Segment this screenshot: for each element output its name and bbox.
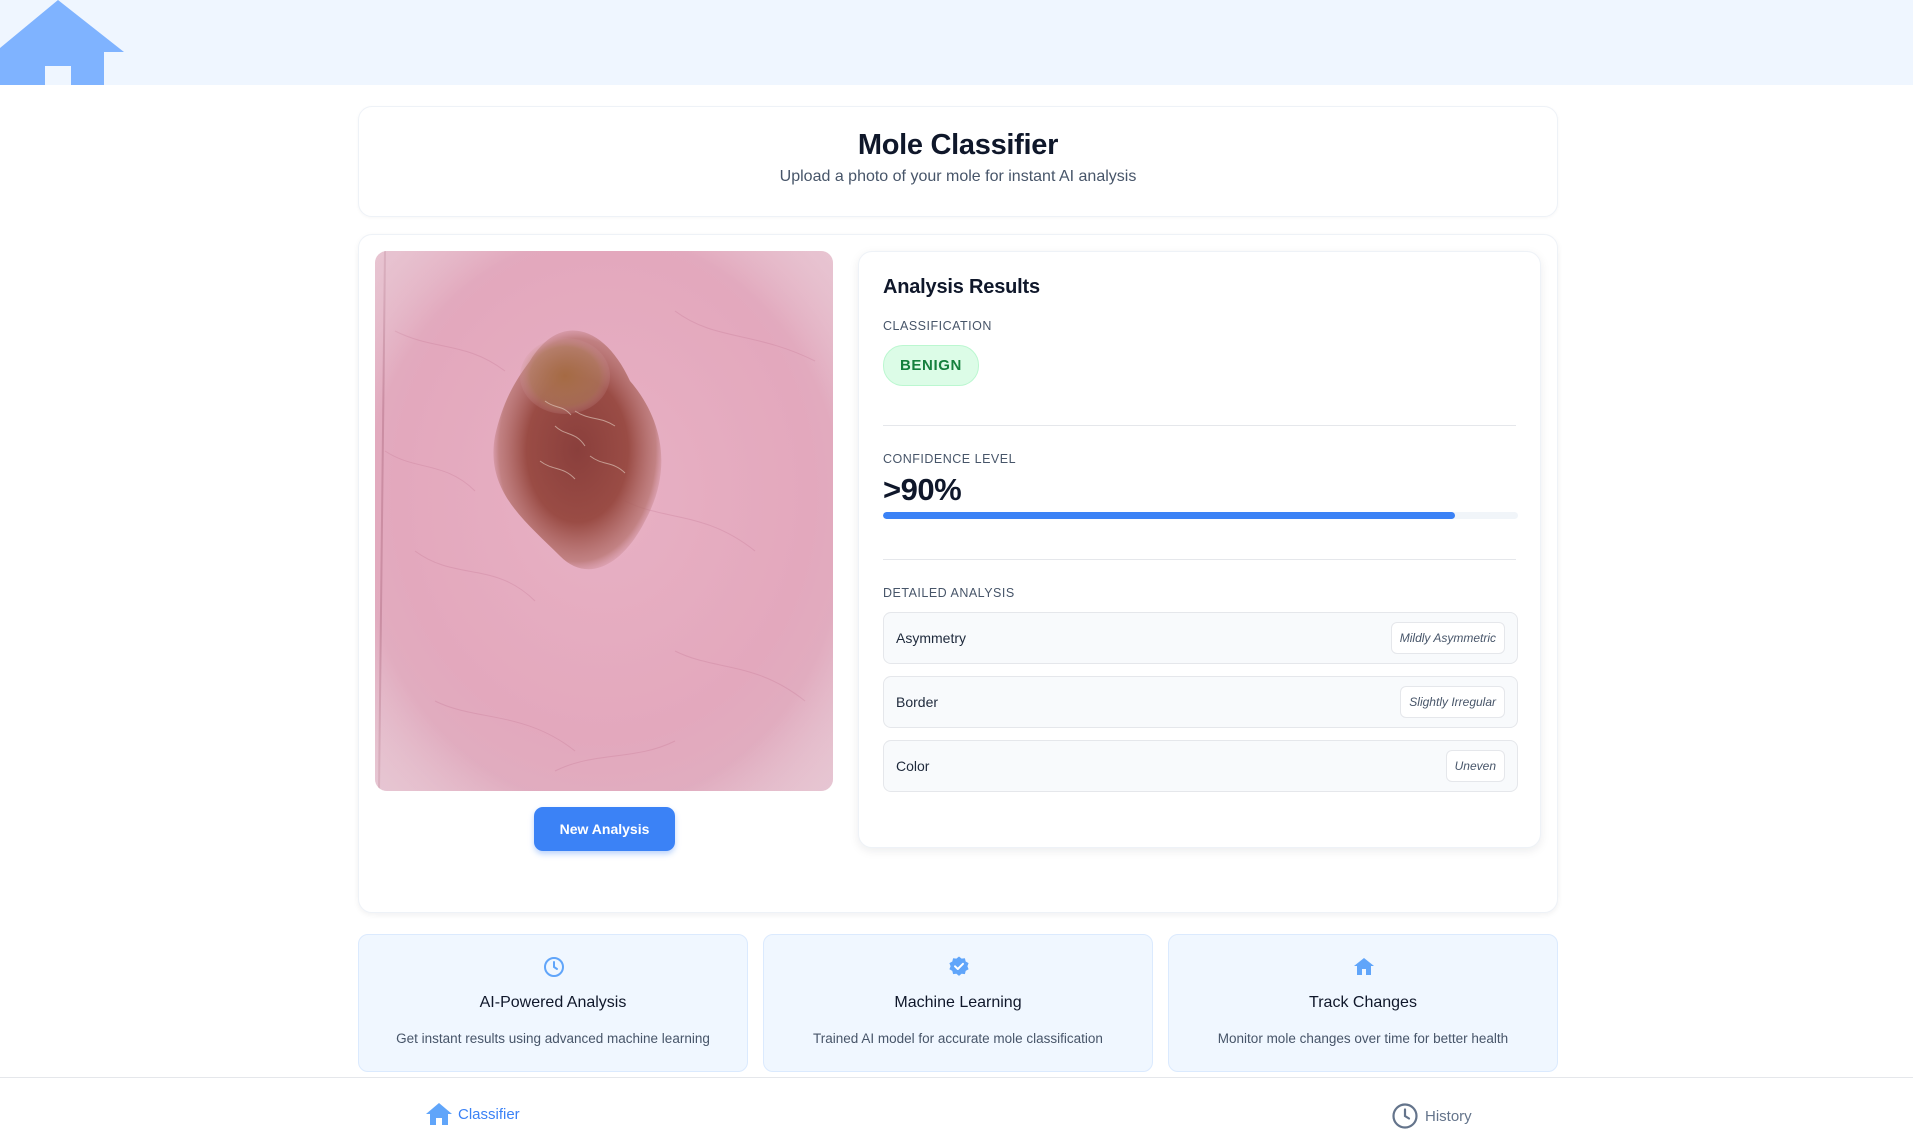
header-card: Mole Classifier Upload a photo of your m…: [358, 106, 1558, 217]
page-title: Mole Classifier: [857, 129, 1059, 161]
detail-label: Border: [896, 694, 939, 710]
page-subtitle: Upload a photo of your mole for instant …: [779, 168, 1137, 185]
nav-label: History: [1425, 1107, 1472, 1125]
feature-title: Track Changes: [1309, 994, 1417, 1011]
verified-badge-icon: [949, 956, 969, 976]
nav-label: Classifier: [458, 1105, 520, 1123]
bottom-navigation: Classifier History: [0, 1077, 1913, 1142]
feature-card-track-changes: Track Changes Monitor mole changes over …: [1168, 934, 1558, 1072]
divider: [883, 559, 1516, 560]
classification-badge: BENIGN: [883, 345, 979, 386]
classification-label: CLASSIFICATION: [883, 319, 992, 333]
feature-card-ai-analysis: AI-Powered Analysis Get instant results …: [358, 934, 748, 1072]
divider: [883, 425, 1516, 426]
clock-icon: [1392, 1103, 1418, 1129]
feature-description: Get instant results using advanced machi…: [396, 1031, 710, 1046]
detail-label: Asymmetry: [896, 630, 966, 646]
analysis-card: New Analysis Analysis Results CLASSIFICA…: [358, 234, 1558, 913]
detailed-analysis-label: DETAILED ANALYSIS: [883, 586, 1015, 600]
nav-item-history[interactable]: History: [1391, 1102, 1472, 1130]
detail-label: Color: [896, 758, 930, 774]
results-panel: Analysis Results CLASSIFICATION BENIGN C…: [858, 251, 1541, 848]
new-analysis-button[interactable]: New Analysis: [534, 807, 675, 851]
feature-description: Trained AI model for accurate mole class…: [813, 1031, 1103, 1046]
results-title: Analysis Results: [883, 276, 1040, 298]
feature-title: Machine Learning: [894, 994, 1022, 1011]
features-section: AI-Powered Analysis Get instant results …: [358, 934, 1558, 1072]
content-wrapper: Mole Classifier Upload a photo of your m…: [358, 106, 1558, 913]
top-bar: [0, 0, 1913, 85]
detail-value: Uneven: [1445, 750, 1505, 782]
feature-description: Monitor mole changes over time for bette…: [1217, 1031, 1509, 1046]
home-icon: [426, 1103, 452, 1125]
detail-row-border: Border Slightly Irregular: [883, 676, 1518, 728]
detail-value: Mildly Asymmetric: [1390, 622, 1505, 654]
confidence-label: CONFIDENCE LEVEL: [883, 452, 1017, 466]
home-icon[interactable]: [0, 0, 124, 85]
confidence-value: >90%: [883, 472, 962, 507]
home-icon: [1354, 958, 1374, 975]
feature-title: AI-Powered Analysis: [479, 994, 627, 1011]
detail-row-asymmetry: Asymmetry Mildly Asymmetric: [883, 612, 1518, 664]
confidence-progress-bar: [883, 512, 1518, 519]
detail-row-color: Color Uneven: [883, 740, 1518, 792]
detail-value: Slightly Irregular: [1400, 686, 1505, 718]
feature-card-machine-learning: Machine Learning Trained AI model for ac…: [763, 934, 1153, 1072]
confidence-progress-fill: [883, 512, 1455, 519]
nav-item-classifier[interactable]: Classifier: [426, 1102, 520, 1126]
mole-photo: [375, 251, 833, 791]
clock-icon: [544, 957, 564, 977]
